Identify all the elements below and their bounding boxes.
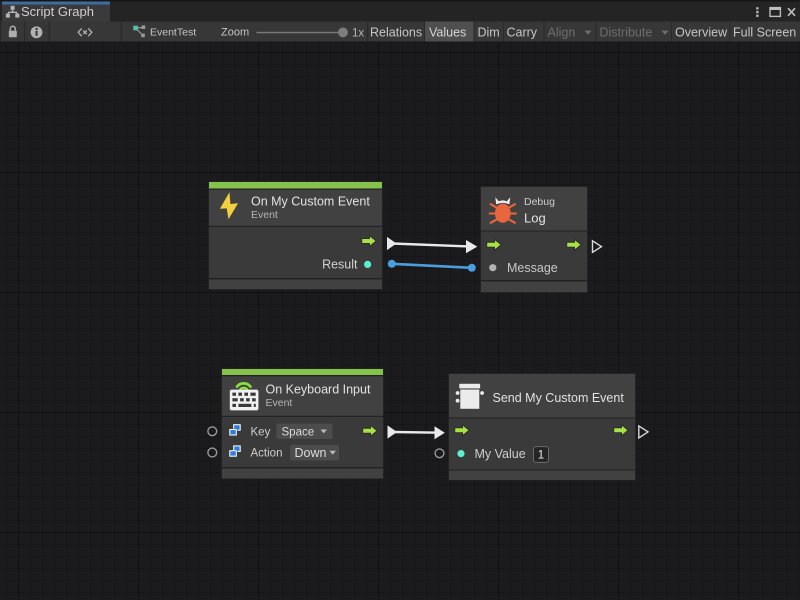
svg-text:Log: Log [524, 210, 546, 225]
svg-text:Message: Message [507, 261, 558, 275]
svg-text:Space: Space [282, 426, 315, 438]
svg-text:Script Graph: Script Graph [21, 4, 94, 19]
svg-text:Overview: Overview [675, 26, 728, 40]
svg-text:Dim: Dim [478, 26, 500, 40]
svg-text:Zoom: Zoom [221, 26, 249, 38]
svg-text:Result: Result [322, 258, 358, 272]
svg-text:On My Custom Event: On My Custom Event [251, 194, 370, 208]
svg-text:Action: Action [251, 448, 283, 460]
svg-text:Event: Event [266, 397, 293, 409]
svg-text:1: 1 [538, 449, 544, 461]
svg-text:On Keyboard Input: On Keyboard Input [266, 382, 371, 396]
svg-text:Down: Down [295, 446, 327, 460]
svg-text:Relations: Relations [370, 26, 422, 40]
svg-text:Distribute: Distribute [600, 26, 653, 40]
svg-text:Event: Event [251, 209, 278, 221]
svg-text:Full Screen: Full Screen [733, 26, 796, 40]
svg-text:Carry: Carry [507, 26, 538, 40]
svg-text:Align: Align [548, 26, 576, 40]
svg-text:EventTest: EventTest [150, 26, 196, 38]
svg-text:My Value: My Value [475, 447, 526, 461]
svg-text:Key: Key [251, 426, 271, 438]
svg-text:Debug: Debug [524, 196, 555, 208]
svg-text:Send My Custom Event: Send My Custom Event [493, 391, 625, 405]
svg-text:1x: 1x [352, 27, 364, 39]
svg-text:Values: Values [429, 26, 466, 40]
